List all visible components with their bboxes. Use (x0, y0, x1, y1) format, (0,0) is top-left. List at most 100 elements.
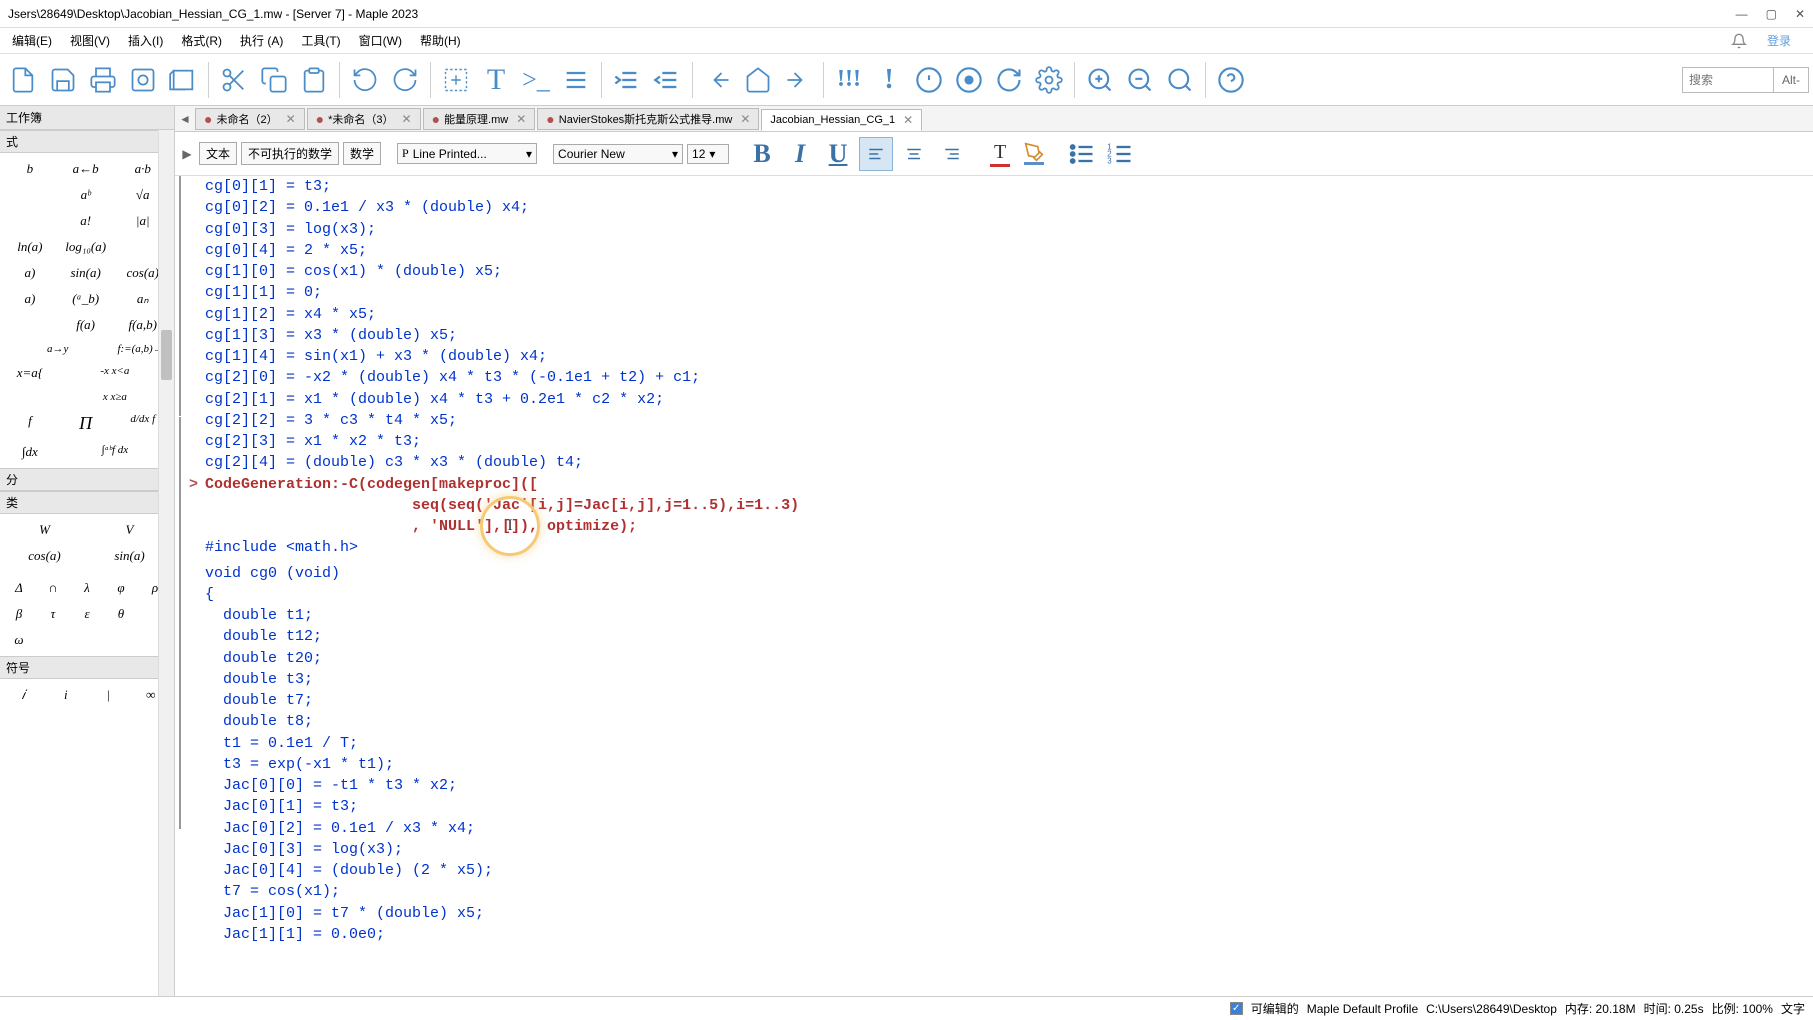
restart-button[interactable] (990, 61, 1028, 99)
print-button[interactable] (84, 61, 122, 99)
bell-icon[interactable] (1731, 33, 1747, 49)
underline-button[interactable]: U (821, 137, 855, 171)
palette-item[interactable]: b (4, 157, 56, 181)
palette-item[interactable]: ε (72, 602, 102, 626)
cut-button[interactable] (215, 61, 253, 99)
palette-item[interactable]: W (4, 518, 85, 542)
tab-close-icon[interactable]: ✕ (516, 112, 526, 126)
settings-button[interactable] (1030, 61, 1068, 99)
editor-area[interactable]: cg[0][1] = t3; cg[0][2] = 0.1e1 / x3 * (… (175, 176, 1813, 996)
panel-section-class[interactable]: 类 (0, 491, 174, 514)
nonexec-math-button[interactable]: 不可执行的数学 (241, 142, 339, 165)
code-input-line[interactable]: >CodeGeneration:-C(codegen[makeproc]([ (175, 474, 1813, 495)
palette-item[interactable]: log₁₀(a) (60, 235, 112, 259)
tab-untitled-2[interactable]: ● 未命名（2） ✕ (195, 108, 305, 130)
interrupt-button[interactable] (910, 61, 948, 99)
palette-item[interactable]: λ (72, 576, 102, 600)
search-input[interactable] (1683, 73, 1773, 87)
palette-item[interactable]: ln(a) (4, 235, 56, 259)
redo-button[interactable] (386, 61, 424, 99)
palette-item[interactable]: sin(a) (60, 261, 112, 285)
new-file-button[interactable] (4, 61, 42, 99)
palette-item[interactable]: ∫dx (4, 440, 56, 464)
insert-prompt-button[interactable]: >_ (517, 61, 555, 99)
palette-item[interactable]: θ (106, 602, 136, 626)
search-box[interactable]: Alt- (1682, 67, 1809, 93)
tab-close-icon[interactable]: ✕ (286, 112, 296, 126)
math-mode-button[interactable]: 数学 (343, 142, 381, 165)
paragraph-style-select[interactable]: P Line Printed... ▾ (397, 143, 537, 164)
menu-edit[interactable]: 编辑(E) (4, 30, 60, 51)
palette-item[interactable]: Π (60, 409, 112, 438)
panel-section-formula[interactable]: 式 (0, 130, 174, 153)
tab-close-icon[interactable]: ✕ (903, 113, 913, 127)
palette-item[interactable]: aᵇ (60, 183, 112, 207)
indent-button[interactable] (608, 61, 646, 99)
italic-button[interactable]: I (783, 137, 817, 171)
execute-button[interactable]: ! (870, 61, 908, 99)
palette-item[interactable]: ∩ (38, 576, 68, 600)
help-button[interactable] (1212, 61, 1250, 99)
palette-item[interactable]: ω (4, 628, 34, 652)
debug-button[interactable] (950, 61, 988, 99)
code-input-line[interactable]: , 'NULL'],[]), optimize); (175, 516, 1813, 537)
palette-item[interactable]: -x x<a (60, 361, 170, 385)
undo-button[interactable] (346, 61, 384, 99)
zoom-fit-button[interactable] (1161, 61, 1199, 99)
panel-section-symbol[interactable]: 符号 (0, 656, 174, 679)
tab-jacobian-hessian[interactable]: Jacobian_Hessian_CG_1 ✕ (761, 109, 922, 131)
close-button[interactable]: ✕ (1795, 7, 1805, 21)
maximize-button[interactable]: ▢ (1766, 7, 1777, 21)
tabs-left-arrow[interactable]: ◄ (175, 109, 195, 129)
outdent-button[interactable] (648, 61, 686, 99)
code-input-line[interactable]: seq(seq('Jac'[i,j]=Jac[i,j],j=1..5),i=1.… (175, 495, 1813, 516)
font-select[interactable]: Courier New ▾ (553, 144, 683, 164)
palette-item[interactable]: (ᵃ_b) (60, 287, 112, 311)
forward-button[interactable] (779, 61, 817, 99)
palette-item[interactable]: a←b (60, 157, 112, 181)
palette-item[interactable]: Δ (4, 576, 34, 600)
align-left-button[interactable] (859, 137, 893, 171)
palette-item[interactable]: a) (4, 261, 56, 285)
palette-item[interactable]: f(a) (60, 313, 112, 337)
palette-item[interactable]: x x≥a (60, 387, 170, 407)
align-right-button[interactable] (935, 137, 969, 171)
bullet-list-button[interactable] (1065, 137, 1099, 171)
menu-insert[interactable]: 插入(I) (120, 30, 171, 51)
zoom-out-button[interactable] (1121, 61, 1159, 99)
palette-item[interactable] (4, 183, 56, 207)
tab-close-icon[interactable]: ✕ (740, 112, 750, 126)
menu-view[interactable]: 视图(V) (62, 30, 118, 51)
palette-item[interactable] (4, 313, 56, 337)
execute-all-button[interactable]: !!! (830, 61, 868, 99)
tab-untitled-3[interactable]: ● *未命名（3） ✕ (307, 108, 421, 130)
palette-item[interactable]: | (89, 683, 128, 707)
panel-header-workbook[interactable]: 工作簿 (0, 106, 174, 130)
palette-item[interactable]: φ (106, 576, 136, 600)
leftpanel-scrollbar[interactable] (158, 130, 174, 996)
bold-button[interactable]: B (745, 137, 779, 171)
tab-close-icon[interactable]: ✕ (402, 112, 412, 126)
menu-format[interactable]: 格式(R) (173, 30, 230, 51)
palette-item[interactable] (4, 209, 56, 233)
minimize-button[interactable]: — (1736, 7, 1748, 21)
menu-help[interactable]: 帮助(H) (412, 30, 469, 51)
palette-item[interactable]: a! (60, 209, 112, 233)
editable-checkbox[interactable] (1230, 1002, 1243, 1015)
menu-execute[interactable]: 执行 (A) (232, 30, 291, 51)
context-expand-arrow[interactable]: ▶ (179, 137, 195, 171)
insert-text-button[interactable]: T (477, 61, 515, 99)
text-mode-button[interactable]: 文本 (199, 142, 237, 165)
palette-item[interactable]: 𝑖 (4, 683, 43, 707)
save-button[interactable] (44, 61, 82, 99)
palette-item[interactable]: τ (38, 602, 68, 626)
insert-section-button[interactable] (557, 61, 595, 99)
numbered-list-button[interactable]: 123 (1103, 137, 1137, 171)
font-color-button[interactable]: T (985, 137, 1015, 171)
highlight-color-button[interactable] (1019, 137, 1049, 171)
tab-energy-principle[interactable]: ● 能量原理.mw ✕ (423, 108, 536, 130)
zoom-in-button[interactable] (1081, 61, 1119, 99)
palette-item[interactable]: ∫ᵃᵇf dx (60, 440, 170, 464)
palette-item[interactable]: a→y (4, 339, 112, 359)
code-edit-button[interactable] (164, 61, 202, 99)
